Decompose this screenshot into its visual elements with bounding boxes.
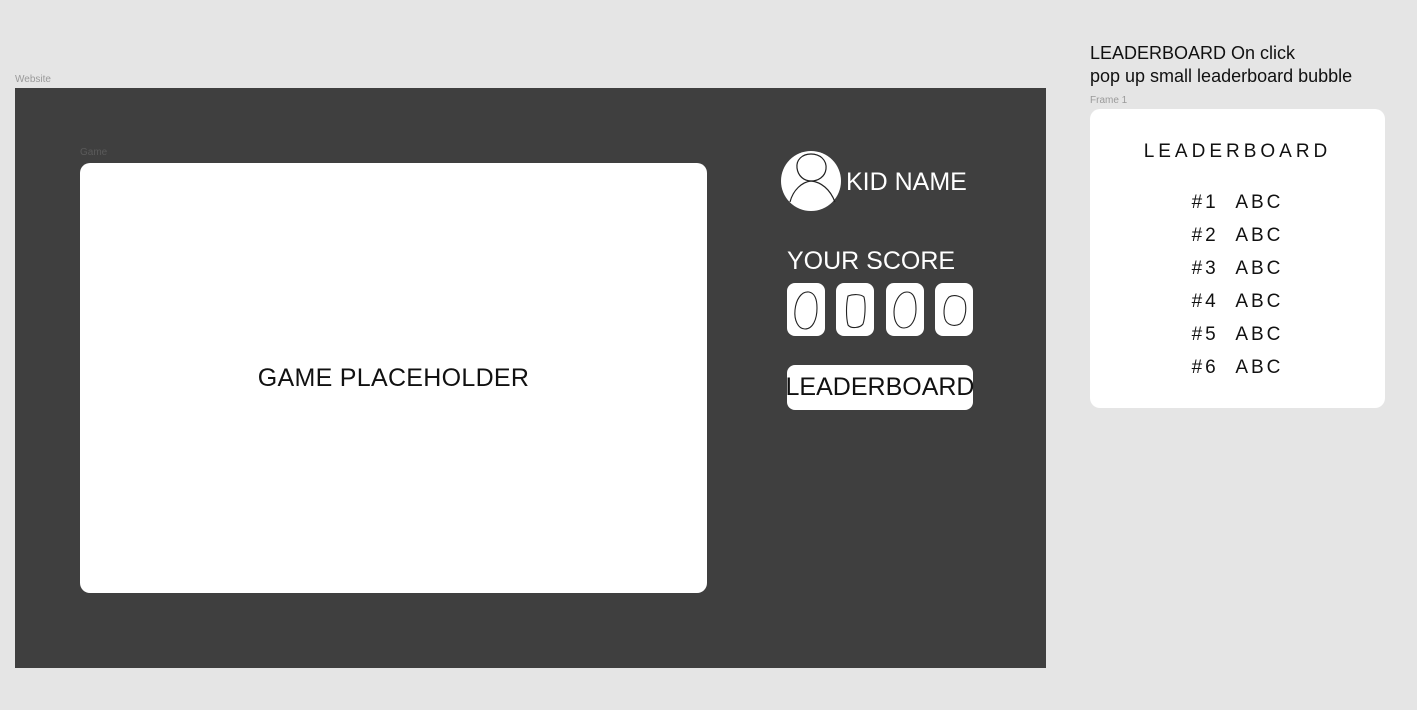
annotation-note-line: LEADERBOARD On click bbox=[1090, 43, 1296, 63]
entry-name: ABC bbox=[1235, 324, 1284, 345]
user-avatar-icon bbox=[780, 150, 842, 212]
leaderboard-entry: #5 ABC bbox=[1090, 318, 1385, 351]
leaderboard-entry: #1 ABC bbox=[1090, 186, 1385, 219]
game-frame-label: Game bbox=[80, 147, 108, 158]
popup-title: LEADERBOARD bbox=[1143, 141, 1332, 162]
game-placeholder-text: GAME PLACEHOLDER bbox=[257, 363, 530, 392]
entry-rank: #4 bbox=[1191, 291, 1219, 312]
leaderboard-list: #1 ABC #2 ABC #3 ABC #4 ABC #5 ABC #6 AB… bbox=[1090, 186, 1385, 384]
entry-name: ABC bbox=[1235, 291, 1284, 312]
design-canvas: Website Game GAME PLACEHOLDER KID NAME Y… bbox=[0, 0, 1417, 710]
game-placeholder-area[interactable]: GAME PLACEHOLDER bbox=[80, 163, 707, 593]
leaderboard-entry: #2 ABC bbox=[1090, 219, 1385, 252]
entry-name: ABC bbox=[1235, 357, 1284, 378]
leaderboard-entry: #6 ABC bbox=[1090, 351, 1385, 384]
annotation-note-line: pop up small leaderboard bubble bbox=[1090, 66, 1353, 86]
annotation-note: LEADERBOARD On click pop up small leader… bbox=[1090, 42, 1352, 88]
leaderboard-entry: #4 ABC bbox=[1090, 285, 1385, 318]
entry-rank: #3 bbox=[1191, 258, 1219, 279]
entry-rank: #6 bbox=[1191, 357, 1219, 378]
website-frame-label: Website bbox=[15, 74, 51, 85]
score-digit: 0 bbox=[886, 283, 924, 336]
kid-name-label: KID NAME bbox=[846, 168, 967, 196]
popup-frame-label: Frame 1 bbox=[1090, 95, 1128, 106]
leaderboard-entry: #3 ABC bbox=[1090, 252, 1385, 285]
score-digit: 0 bbox=[787, 283, 825, 336]
your-score-label: YOUR SCORE bbox=[787, 247, 956, 275]
website-frame: Game GAME PLACEHOLDER KID NAME YOUR SCOR… bbox=[15, 88, 1046, 668]
score-digit: 0 bbox=[935, 283, 973, 336]
score-digit: 0 bbox=[836, 283, 874, 336]
entry-rank: #1 bbox=[1191, 192, 1219, 213]
leaderboard-popup: LEADERBOARD #1 ABC #2 ABC #3 ABC #4 ABC … bbox=[1090, 109, 1385, 408]
entry-rank: #2 bbox=[1191, 225, 1219, 246]
entry-name: ABC bbox=[1235, 192, 1284, 213]
entry-name: ABC bbox=[1235, 225, 1284, 246]
entry-name: ABC bbox=[1235, 258, 1284, 279]
entry-rank: #5 bbox=[1191, 324, 1219, 345]
leaderboard-button[interactable]: LEADERBOARD bbox=[786, 365, 974, 410]
